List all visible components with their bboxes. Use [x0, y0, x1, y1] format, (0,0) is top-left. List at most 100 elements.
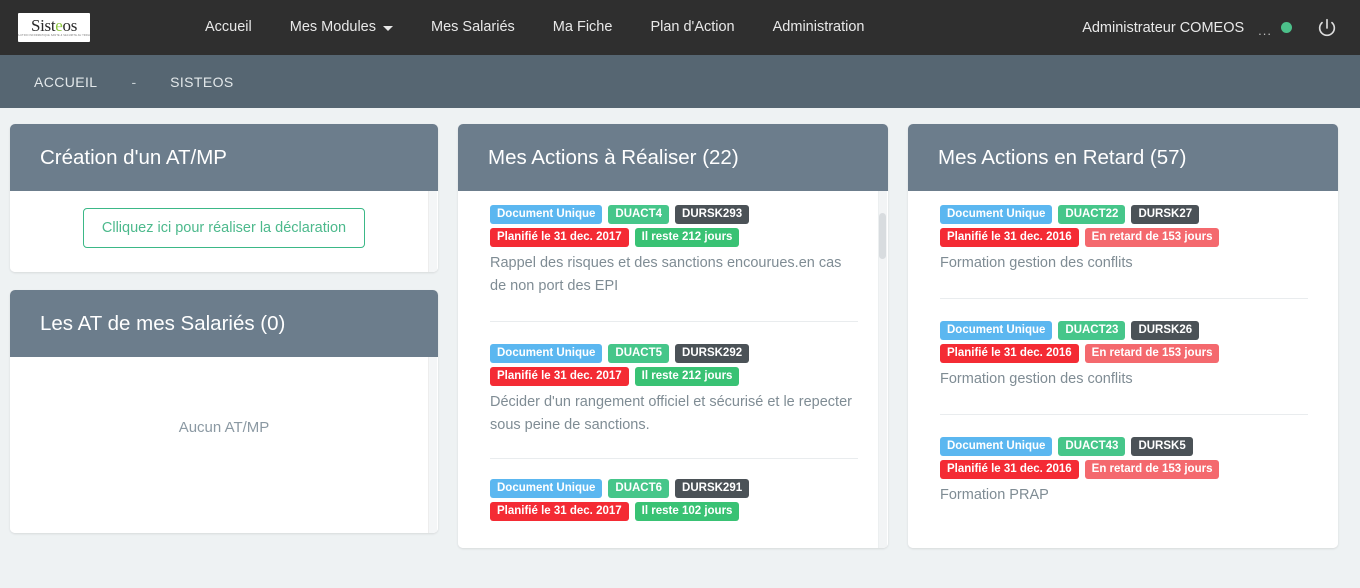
- power-icon[interactable]: [1316, 17, 1338, 39]
- nav-item-accueil[interactable]: Accueil: [186, 0, 271, 55]
- card-mes-actions-en-retard: Mes Actions en Retard (57) Document Uniq…: [908, 124, 1338, 548]
- card-body-creation-at-mp: Clliquez ici pour réaliser la déclaratio…: [10, 191, 438, 272]
- badge-row: Document Unique DUACT5 DURSK292: [490, 344, 858, 363]
- badge-planned-date: Planifié le 31 dec. 2017: [490, 367, 629, 386]
- nav-item-plan-daction[interactable]: Plan d'Action: [631, 0, 753, 55]
- badge-planned-date: Planifié le 31 dec. 2017: [490, 502, 629, 521]
- action-description: Formation gestion des conflits: [940, 255, 1133, 271]
- card-scrollbar-track[interactable]: [428, 191, 437, 272]
- badge-planned-date: Planifié le 31 dec. 2016: [940, 344, 1079, 363]
- badge-remaining: Il reste 102 jours: [634, 502, 740, 521]
- badge-planned-date: Planifié le 31 dec. 2016: [940, 228, 1079, 247]
- badge-remaining: Il reste 212 jours: [634, 228, 740, 247]
- top-navigation-bar: Sisteos SOLUTION INFORMATIQUE SANTE & SE…: [0, 0, 1360, 55]
- breadcrumb: ACCUEIL - SISTEOS: [0, 55, 1360, 108]
- nav-label-accueil: Accueil: [205, 19, 252, 35]
- declaration-button[interactable]: Clliquez ici pour réaliser la déclaratio…: [82, 208, 366, 248]
- badge-action-code: DUACT22: [1058, 205, 1126, 224]
- online-status-indicator-icon: [1281, 22, 1292, 33]
- list-divider: [490, 458, 858, 459]
- badge-overdue: En retard de 153 jours: [1084, 460, 1220, 479]
- sisteos-logo[interactable]: Sisteos SOLUTION INFORMATIQUE SANTE & SE…: [18, 13, 90, 42]
- card-scrollbar-track[interactable]: [878, 191, 887, 548]
- badge-action-code: DUACT5: [608, 344, 670, 363]
- main-menu: Accueil Mes Modules Mes Salariés Ma Fich…: [186, 0, 884, 55]
- breadcrumb-item-sisteos: SISTEOS: [170, 73, 234, 90]
- list-item[interactable]: Document Unique DUACT5 DURSK292 Planifié…: [490, 344, 858, 437]
- logo-wordmark: Sisteos: [31, 17, 77, 34]
- column-middle: Mes Actions à Réaliser (22) Document Uni…: [458, 124, 888, 548]
- badge-action-code: DUACT43: [1058, 437, 1126, 456]
- badge-row: Document Unique DUACT22 DURSK27: [940, 205, 1308, 224]
- breadcrumb-item-accueil[interactable]: ACCUEIL: [34, 74, 97, 90]
- list-item[interactable]: Document Unique DUACT23 DURSK26 Planifié…: [940, 321, 1308, 391]
- column-left: Création d'un AT/MP Clliquez ici pour ré…: [10, 124, 438, 533]
- badge-module: Document Unique: [490, 344, 603, 363]
- badge-row: Document Unique DUACT23 DURSK26: [940, 321, 1308, 340]
- user-area: Administrateur COMEOS ...: [1082, 0, 1346, 55]
- logo-text-suffix: os: [62, 16, 78, 35]
- card-body-mes-actions-en-retard: Document Unique DUACT22 DURSK27 Planifié…: [908, 191, 1338, 548]
- badge-row-status: Planifié le 31 dec. 2017 Il reste 102 jo…: [490, 502, 858, 521]
- nav-label-plan-daction: Plan d'Action: [650, 19, 735, 35]
- badge-module: Document Unique: [940, 321, 1053, 340]
- badge-row-status: Planifié le 31 dec. 2016 En retard de 15…: [940, 344, 1308, 363]
- badge-action-code: DUACT6: [608, 479, 670, 498]
- badge-row-status: Planifié le 31 dec. 2017 Il reste 212 jo…: [490, 367, 858, 386]
- badge-row: Document Unique DUACT6 DURSK291: [490, 479, 858, 498]
- badge-overdue: En retard de 153 jours: [1084, 228, 1220, 247]
- card-title-mes-actions-a-realiser: Mes Actions à Réaliser (22): [488, 146, 739, 169]
- list-divider: [940, 414, 1308, 415]
- logo-text-prefix: Sist: [30, 16, 56, 35]
- card-creation-at-mp: Création d'un AT/MP Clliquez ici pour ré…: [10, 124, 438, 272]
- chevron-down-icon: [382, 26, 393, 31]
- badge-risk-code: DURSK27: [1131, 205, 1200, 224]
- card-title-at-mes-salaries: Les AT de mes Salariés (0): [40, 312, 286, 335]
- action-description: Rappel des risques et des sanctions enco…: [490, 255, 842, 294]
- actions-late-list: Document Unique DUACT22 DURSK27 Planifié…: [908, 191, 1338, 507]
- nav-item-mes-modules[interactable]: Mes Modules: [271, 0, 412, 55]
- nav-item-ma-fiche[interactable]: Ma Fiche: [534, 0, 632, 55]
- badge-action-code: DUACT23: [1058, 321, 1126, 340]
- user-name-label[interactable]: Administrateur COMEOS: [1082, 20, 1244, 36]
- badge-row-status: Planifié le 31 dec. 2016 En retard de 15…: [940, 228, 1308, 247]
- card-header-at-mes-salaries: Les AT de mes Salariés (0): [10, 290, 438, 357]
- nav-item-administration[interactable]: Administration: [754, 0, 884, 55]
- column-right: Mes Actions en Retard (57) Document Uniq…: [908, 124, 1338, 548]
- card-body-at-mes-salaries: Aucun AT/MP: [10, 357, 438, 533]
- list-item[interactable]: Document Unique DUACT22 DURSK27 Planifié…: [940, 205, 1308, 275]
- nav-label-mes-salaries: Mes Salariés: [430, 19, 515, 35]
- list-item[interactable]: Document Unique DUACT4 DURSK293 Planifié…: [490, 205, 858, 298]
- badge-remaining: Il reste 212 jours: [634, 367, 740, 386]
- badge-module: Document Unique: [940, 437, 1053, 456]
- logo-leaf-e-icon: e: [55, 16, 63, 35]
- card-title-creation-at-mp: Création d'un AT/MP: [40, 146, 227, 169]
- card-at-mes-salaries: Les AT de mes Salariés (0) Aucun AT/MP: [10, 290, 438, 533]
- badge-risk-code: DURSK26: [1131, 321, 1200, 340]
- dashboard-columns: Création d'un AT/MP Clliquez ici pour ré…: [0, 108, 1360, 548]
- empty-state-message: Aucun AT/MP: [178, 419, 270, 436]
- badge-overdue: En retard de 153 jours: [1084, 344, 1220, 363]
- card-header-creation-at-mp: Création d'un AT/MP: [10, 124, 438, 191]
- overflow-ellipsis-icon[interactable]: ...: [1258, 23, 1272, 38]
- badge-risk-code: DURSK291: [675, 479, 750, 498]
- card-scrollbar-track[interactable]: [428, 357, 437, 533]
- card-body-mes-actions-a-realiser: Document Unique DUACT4 DURSK293 Planifié…: [458, 191, 888, 548]
- logo-tagline: SOLUTION INFORMATIQUE SANTE & SECURITE A…: [18, 33, 90, 38]
- badge-planned-date: Planifié le 31 dec. 2017: [490, 228, 629, 247]
- badge-row-status: Planifié le 31 dec. 2017 Il reste 212 jo…: [490, 228, 858, 247]
- nav-item-mes-salaries[interactable]: Mes Salariés: [412, 0, 534, 55]
- nav-label-administration: Administration: [772, 19, 865, 35]
- badge-planned-date: Planifié le 31 dec. 2016: [940, 460, 1079, 479]
- card-title-mes-actions-en-retard: Mes Actions en Retard (57): [938, 146, 1187, 169]
- list-divider: [490, 321, 858, 322]
- badge-row: Document Unique DUACT4 DURSK293: [490, 205, 858, 224]
- action-description: Formation gestion des conflits: [940, 371, 1133, 387]
- badge-risk-code: DURSK292: [675, 344, 750, 363]
- breadcrumb-separator: -: [131, 73, 137, 90]
- card-scrollbar-thumb[interactable]: [879, 213, 886, 259]
- badge-risk-code: DURSK293: [675, 205, 750, 224]
- action-description: Formation PRAP: [940, 487, 1049, 503]
- list-item[interactable]: Document Unique DUACT43 DURSK5 Planifié …: [940, 437, 1308, 507]
- list-item[interactable]: Document Unique DUACT6 DURSK291 Planifié…: [490, 479, 858, 521]
